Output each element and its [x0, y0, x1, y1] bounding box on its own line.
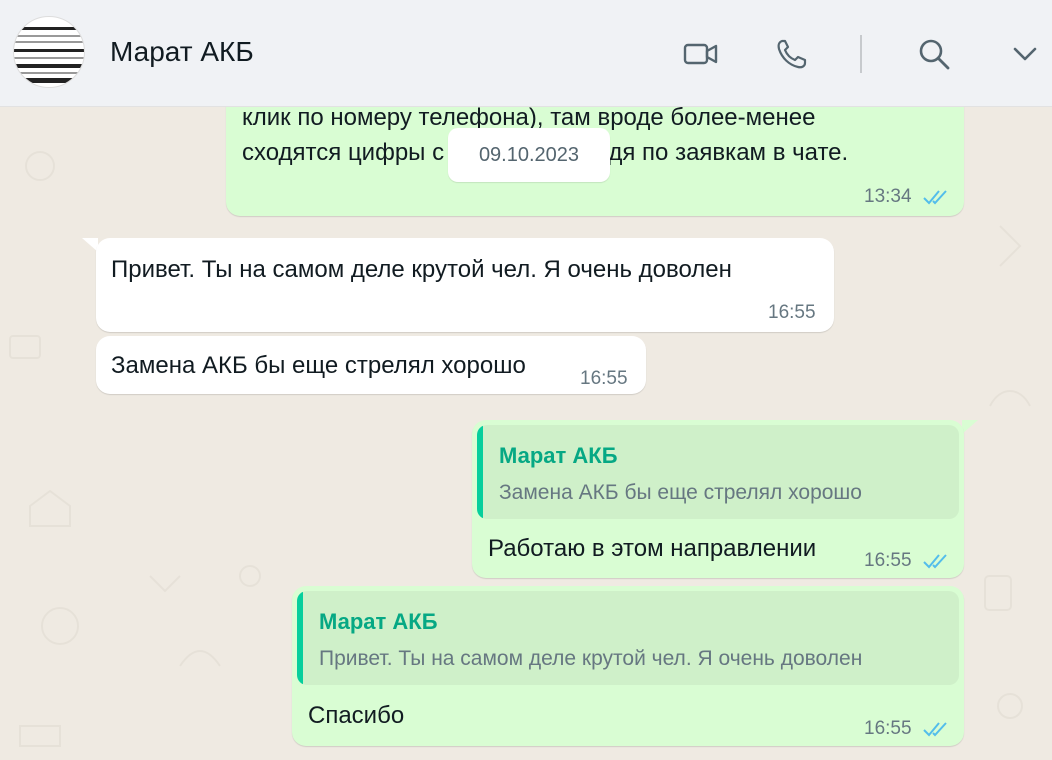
quote-accent-bar — [477, 425, 483, 519]
message-time: 16:55 — [580, 368, 628, 389]
quoted-message[interactable]: Марат АКБ Замена АКБ бы еще стрелял хоро… — [477, 425, 959, 519]
message-text: Привет. Ты на самом деле крутой чел. Я о… — [111, 256, 732, 283]
contact-name[interactable]: Марат АКБ — [110, 36, 254, 68]
chevron-down-icon[interactable] — [1010, 38, 1040, 70]
quoted-message[interactable]: Марат АКБ Привет. Ты на самом деле круто… — [297, 591, 959, 685]
quoted-author: Марат АКБ — [319, 609, 438, 634]
message-text: Спасибо — [308, 702, 405, 729]
message-time: 16:55 — [768, 302, 816, 323]
message-time: 16:55 — [864, 718, 912, 739]
read-ticks-icon — [923, 554, 947, 569]
quote-accent-bar — [297, 591, 303, 685]
video-call-icon[interactable] — [683, 38, 719, 70]
read-ticks-icon — [923, 190, 947, 205]
message-text: Замена АКБ бы еще стрелял хорошо — [111, 352, 526, 379]
message-time: 16:55 — [864, 550, 912, 571]
message-bubble-outgoing[interactable]: Марат АКБ Замена АКБ бы еще стрелял хоро… — [472, 420, 964, 578]
quoted-author: Марат АКБ — [499, 443, 618, 468]
message-bubble-outgoing[interactable]: Марат АКБ Привет. Ты на самом деле круто… — [292, 586, 964, 746]
quoted-text: Привет. Ты на самом деле крутой чел. Я о… — [319, 647, 863, 670]
message-text: Работаю в этом направлении — [488, 535, 817, 562]
message-list[interactable]: 09.10.2023 клик по номеру телефона), там… — [0, 106, 1052, 760]
message-bubble-incoming[interactable]: Привет. Ты на самом деле крутой чел. Я о… — [96, 238, 834, 332]
read-ticks-icon — [923, 722, 947, 737]
date-separator: 09.10.2023 — [448, 128, 610, 182]
voice-call-icon[interactable] — [774, 38, 810, 70]
bubble-tail — [962, 420, 978, 434]
chat-header: Марат АКБ — [0, 0, 1052, 107]
message-bubble-incoming[interactable]: Замена АКБ бы еще стрелял хорошо 16:55 — [96, 336, 646, 394]
quoted-text: Замена АКБ бы еще стрелял хорошо — [499, 481, 862, 504]
search-icon[interactable] — [917, 38, 953, 70]
header-divider — [860, 35, 862, 73]
message-time: 13:34 — [864, 186, 912, 207]
contact-avatar[interactable] — [13, 16, 85, 88]
